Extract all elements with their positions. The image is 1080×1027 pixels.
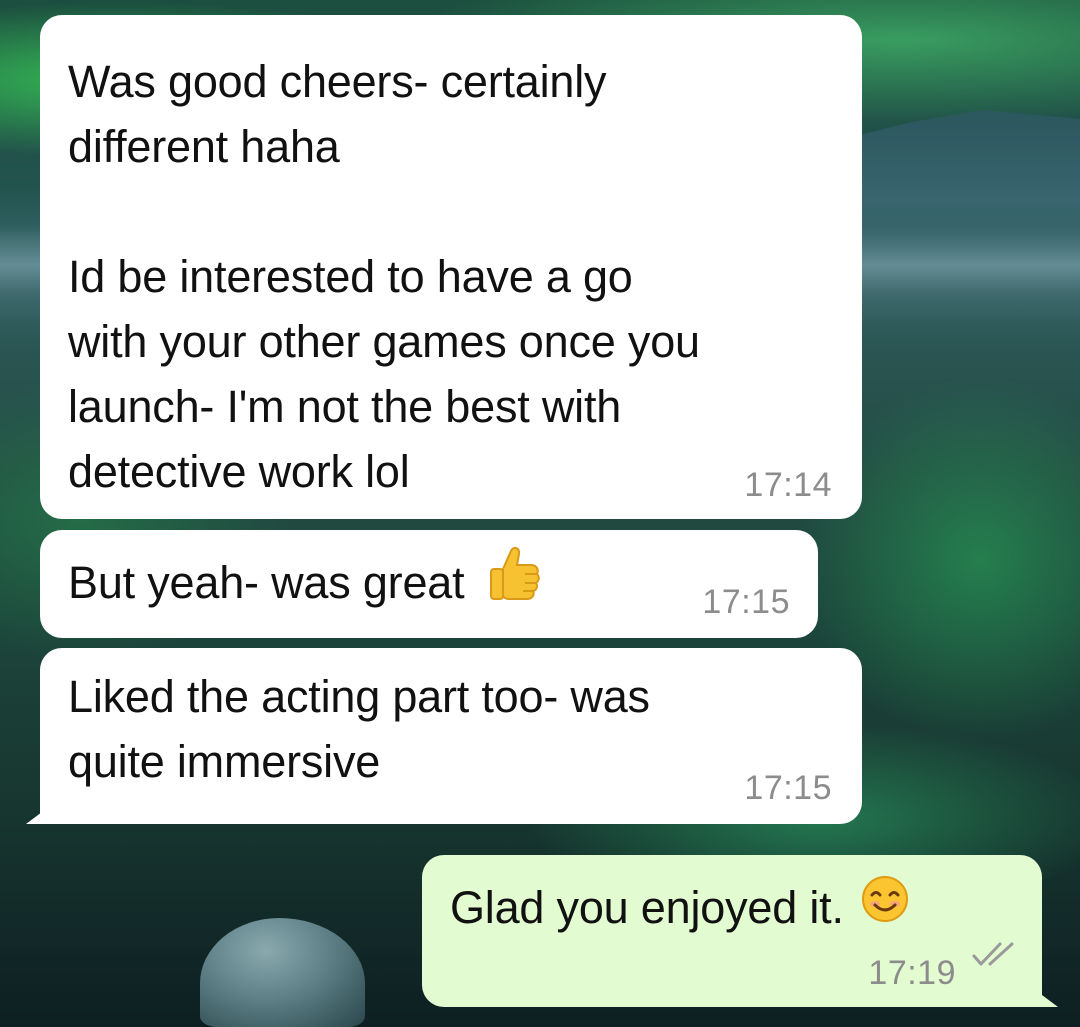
message-bubble-incoming[interactable]: Liked the acting part too- was quite imm… bbox=[26, 648, 862, 824]
message-text: But yeah- was great bbox=[68, 557, 465, 608]
message-text: Was good cheers- certainly different hah… bbox=[68, 56, 700, 497]
message-bubble-incoming[interactable]: Was good cheers- certainly different hah… bbox=[40, 15, 862, 519]
message-bubble-outgoing[interactable]: Glad you enjoyed it. 17:19 bbox=[422, 855, 1058, 1007]
message-timestamp: 17:14 bbox=[744, 466, 832, 504]
smiling-face-icon bbox=[860, 874, 910, 941]
message-timestamp: 17:15 bbox=[702, 583, 790, 621]
message-bubble-incoming[interactable]: But yeah- was great 17:15 bbox=[40, 530, 818, 638]
bubble-tail bbox=[1018, 977, 1058, 1007]
message-text: Glad you enjoyed it. bbox=[450, 882, 844, 933]
message-timestamp: 17:19 bbox=[868, 954, 956, 992]
thumbs-up-icon bbox=[485, 543, 541, 620]
message-list[interactable]: Was good cheers- certainly different hah… bbox=[0, 0, 1080, 1027]
read-double-check-icon bbox=[970, 922, 1018, 987]
message-text-row: But yeah- was great bbox=[68, 546, 541, 620]
bubble-tail bbox=[26, 794, 66, 824]
message-text: Liked the acting part too- was quite imm… bbox=[68, 671, 650, 787]
message-text-row: Glad you enjoyed it. bbox=[450, 875, 910, 941]
message-timestamp: 17:15 bbox=[744, 769, 832, 807]
